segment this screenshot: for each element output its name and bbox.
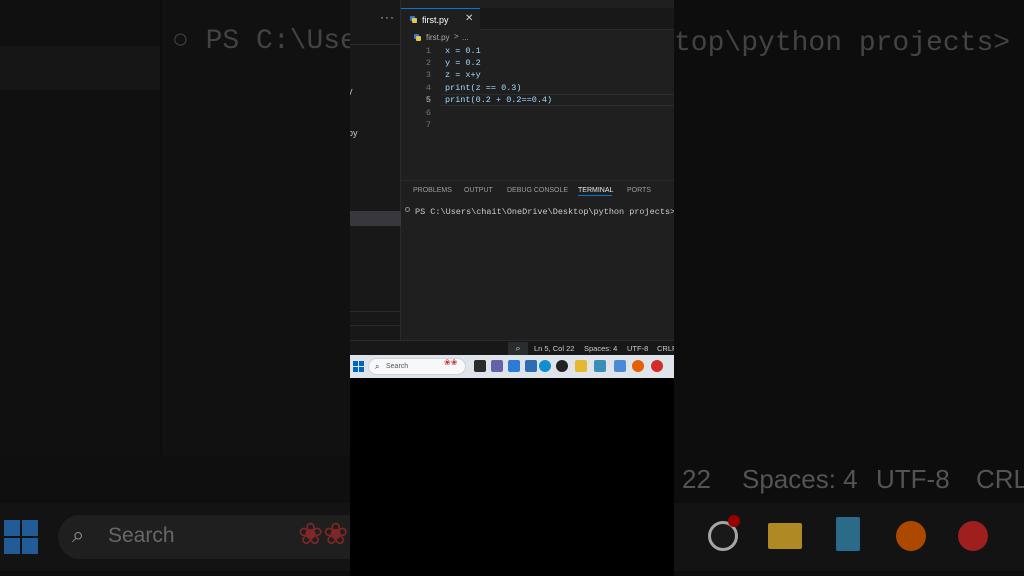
tab-bar: first.py ✕ (401, 8, 674, 30)
python-file-icon (410, 16, 417, 23)
search-placeholder: Search (386, 363, 409, 370)
letterbox-bottom (350, 378, 674, 576)
background-right: top\python projects> 22 Spaces: 4 UTF-8 … (674, 0, 1024, 576)
code-line: 1x = 0.1 (425, 46, 481, 56)
terminal-icon[interactable] (525, 360, 537, 372)
tab-output[interactable]: OUTPUT (464, 187, 493, 194)
app-icon[interactable] (614, 360, 626, 372)
edge-icon[interactable] (539, 360, 551, 372)
tab-terminal[interactable]: TERMINAL (578, 187, 613, 194)
python-file-icon (414, 34, 421, 41)
roses-icon: ❀❀ (444, 358, 458, 367)
code-line-active: 5 print(0.2 + 0.2==0.4) (425, 95, 553, 105)
tab-debug-console[interactable]: DEBUG CONSOLE (507, 187, 568, 194)
wps-icon[interactable] (651, 360, 663, 372)
teams-icon[interactable] (491, 360, 503, 372)
close-icon[interactable]: ✕ (465, 13, 473, 24)
explorer-more-actions[interactable]: ··· (380, 10, 395, 24)
code-line: 7 (425, 120, 431, 130)
code-line: 4 print(z == 0.3) (425, 83, 522, 93)
tab-first-py[interactable]: first.py ✕ (401, 8, 480, 30)
firefox-icon[interactable] (632, 360, 644, 372)
terminal-status-icon (405, 207, 410, 212)
status-cursor-position[interactable]: Ln 5, Col 22 (534, 344, 574, 353)
zoom-icon[interactable]: ⌕ (508, 342, 528, 355)
status-bar: ⌕ Ln 5, Col 22 Spaces: 4 UTF-8 CRLF (350, 340, 674, 355)
breadcrumb-more[interactable]: ... (462, 33, 469, 42)
status-eol[interactable]: CRLF (657, 344, 674, 353)
code-line: 2y = 0.2 (425, 58, 481, 68)
chevron-right-icon: > (454, 32, 459, 41)
tab-label: first.py (422, 15, 449, 25)
background-left: ○ PS C:\Users ⌕ Search ❀❀ (0, 0, 350, 576)
task-view-icon[interactable] (474, 360, 486, 372)
windows-taskbar: ⌕ Search ❀❀ (350, 355, 674, 378)
status-indentation[interactable]: Spaces: 4 (584, 344, 617, 353)
explorer-sidebar: ··· y py (350, 0, 401, 340)
breadcrumb-file[interactable]: first.py (426, 33, 450, 42)
windows-start-icon[interactable] (353, 361, 364, 372)
explorer-item[interactable]: y (350, 86, 353, 96)
vscode-window: ··· y py first.py ✕ first.py > ... 1x = … (350, 0, 674, 378)
explorer-selected-row[interactable] (350, 211, 401, 226)
status-encoding[interactable]: UTF-8 (627, 344, 648, 353)
terminal[interactable]: PS C:\Users\chait\OneDrive\Desktop\pytho… (401, 200, 674, 340)
notepad-icon[interactable] (594, 360, 606, 372)
explorer-item[interactable]: py (350, 128, 358, 138)
code-editor[interactable]: 1x = 0.1 2y = 0.2 3z = x+y 4 print(z == 0… (401, 44, 674, 176)
screen: { "editor": { "tab": {"label": "first.py… (0, 0, 1024, 576)
folder-icon[interactable] (575, 360, 587, 372)
terminal-prompt: PS C:\Users\chait\OneDrive\Desktop\pytho… (415, 206, 674, 217)
search-icon: ⌕ (375, 362, 380, 371)
obs-icon[interactable] (556, 360, 568, 372)
active-tab-indicator (578, 195, 612, 196)
tab-ports[interactable]: PORTS (627, 187, 651, 194)
photos-icon[interactable] (508, 360, 520, 372)
tab-problems[interactable]: PROBLEMS (413, 187, 452, 194)
panel-tabs: PROBLEMS OUTPUT DEBUG CONSOLE TERMINAL P… (401, 180, 674, 200)
code-line: 3z = x+y (425, 70, 481, 80)
code-line: 6 (425, 108, 431, 118)
